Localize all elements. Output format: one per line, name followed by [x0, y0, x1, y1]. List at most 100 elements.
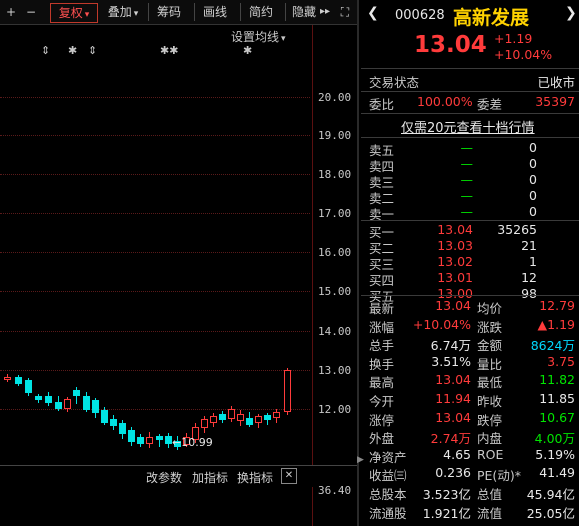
ask-price: — — [460, 172, 474, 187]
stat-label: 均价 — [477, 301, 503, 316]
trade-status-label: 交易状态 — [369, 75, 420, 90]
stat-value: 10.67 — [539, 409, 575, 425]
bid-price: 13.04 — [437, 222, 473, 237]
event-marker-icon[interactable]: ✱✱ — [160, 44, 178, 57]
forward-arrow-icon[interactable]: ❯ — [565, 5, 577, 21]
divider — [361, 68, 579, 69]
stat-value: 2.74万 — [430, 431, 471, 447]
stat-value: 13.04 — [435, 409, 471, 425]
chart-toolbar: + − 复权 ▾ 叠加 ▾ 筹码 画线 简约 隐藏 ▸▸ ⛶ — [0, 0, 357, 25]
grid-line — [0, 409, 310, 410]
candle-body — [55, 402, 62, 409]
fuquan-label: 复权 — [58, 6, 83, 20]
stat-label: 最新 — [369, 301, 395, 316]
expand-icon[interactable]: ⛶ — [336, 3, 354, 21]
candle-body — [228, 409, 235, 419]
candle-body — [45, 396, 52, 403]
candle-body — [110, 419, 117, 426]
ask-price: — — [460, 156, 474, 171]
event-marker-icon[interactable]: ✱ — [243, 44, 252, 57]
bid-row: 买一 13.04 35265 — [361, 222, 579, 240]
stats-row: 涨停 13.04 跌停 10.67 — [361, 409, 579, 428]
ask-volume: 0 — [529, 156, 537, 171]
stats-row: 换手 3.51% 量比 3.75 — [361, 353, 579, 372]
price-tick-label: 20.00 — [318, 91, 352, 104]
event-marker-icon[interactable]: ⇕ — [88, 44, 97, 57]
kline-chart[interactable]: 设置均线 ▾ — [0, 25, 357, 465]
stat-label: 涨跌 — [477, 319, 503, 335]
price-tick-label: 16.00 — [318, 246, 352, 259]
stat-label: 今开 — [369, 394, 395, 409]
price-tick-label: 17.00 — [318, 207, 352, 220]
overlay-dropdown[interactable]: 叠加 ▾ — [102, 3, 144, 21]
candle-body — [83, 396, 90, 410]
add-indicator-button[interactable]: 加指标 — [192, 469, 228, 486]
candle-body — [284, 370, 291, 412]
candle-body — [201, 419, 208, 428]
stat-value: 3.51% — [431, 353, 471, 369]
price-tick-label: 14.00 — [318, 325, 352, 338]
stat-value: 4.00万 — [534, 431, 575, 447]
stat-value: 6.74万 — [430, 338, 471, 354]
stat-value: 1.921亿 — [422, 505, 471, 521]
stats-row: 净资产 4.65 ROE 5.19% — [361, 446, 579, 465]
stat-label: 涨停 — [369, 412, 395, 428]
current-price: 13.04 — [414, 32, 487, 58]
stock-code: 000628 — [395, 8, 445, 23]
panel-divider[interactable] — [357, 0, 359, 526]
stat-label: 最高 — [369, 375, 395, 391]
candle-body — [237, 414, 244, 421]
stat-value: 11.94 — [435, 391, 471, 406]
draw-line-button[interactable]: 画线 — [198, 3, 232, 21]
close-icon[interactable]: ✕ — [281, 468, 297, 484]
grid-line — [0, 291, 310, 292]
price-change: +1.19 — [494, 31, 533, 46]
weibi-value: 100.00% — [417, 94, 473, 109]
candle-body — [210, 416, 217, 423]
candle-body — [264, 415, 271, 420]
price-axis-line — [312, 25, 313, 465]
grid-line — [0, 252, 310, 253]
fuquan-dropdown[interactable]: 复权 ▾ — [50, 3, 98, 23]
stat-value: 11.82 — [539, 372, 575, 388]
stat-label: 总股本 — [369, 487, 407, 502]
stats-row: 涨幅 +10.04% 涨跌 ▲1.19 — [361, 317, 579, 335]
simple-button[interactable]: 简约 — [244, 3, 278, 21]
stat-value: 41.49 — [539, 465, 575, 481]
zoom-out-button[interactable]: − — [22, 3, 40, 21]
more-icon[interactable]: ▸▸ — [318, 3, 332, 21]
zoom-in-button[interactable]: + — [2, 3, 20, 21]
stat-value: 45.94亿 — [526, 487, 575, 502]
stats-row: 总手 6.74万 金额 8624万 — [361, 335, 579, 354]
stat-value: 25.05亿 — [526, 505, 575, 521]
event-marker-icon[interactable]: ⇕ — [41, 44, 50, 57]
divider — [285, 3, 286, 21]
hide-button[interactable]: 隐藏 — [288, 3, 320, 21]
ma-settings-dropdown[interactable]: 设置均线 ▾ — [231, 28, 286, 45]
trade-status-row: 交易状态 已收市 — [361, 72, 579, 90]
stat-value: 13.04 — [435, 372, 471, 388]
event-marker-icon[interactable]: ✱ — [68, 44, 77, 57]
ma-settings-label: 设置均线 — [231, 30, 280, 44]
weibi-label: 委比 — [369, 97, 395, 112]
back-arrow-icon[interactable]: ❮ — [367, 5, 379, 21]
chevron-down-icon: ▾ — [133, 9, 139, 19]
candle-body — [255, 416, 262, 423]
chouma-button[interactable]: 筹码 — [152, 3, 186, 21]
bid-volume: 35265 — [497, 222, 537, 237]
price-change-pct: +10.04% — [494, 47, 553, 62]
divider — [361, 295, 579, 296]
level10-upsell-link[interactable]: 仅需20元查看十档行情 — [401, 117, 535, 136]
arrow-icon: ← — [172, 436, 182, 449]
ask-row: 卖三 —0 — [361, 172, 579, 190]
overlay-label: 叠加 — [107, 5, 132, 19]
stat-label: ROE — [477, 446, 504, 462]
switch-indicator-button[interactable]: 换指标 — [237, 469, 273, 486]
grid-line — [0, 97, 310, 98]
stat-label: 金额 — [477, 338, 503, 354]
change-params-button[interactable]: 改参数 — [146, 469, 182, 486]
low-price-value: 10.99 — [181, 436, 213, 449]
low-price-annotation: ←10.99 — [172, 436, 213, 449]
candle-body — [165, 436, 172, 444]
stat-value: 5.19% — [535, 446, 575, 462]
